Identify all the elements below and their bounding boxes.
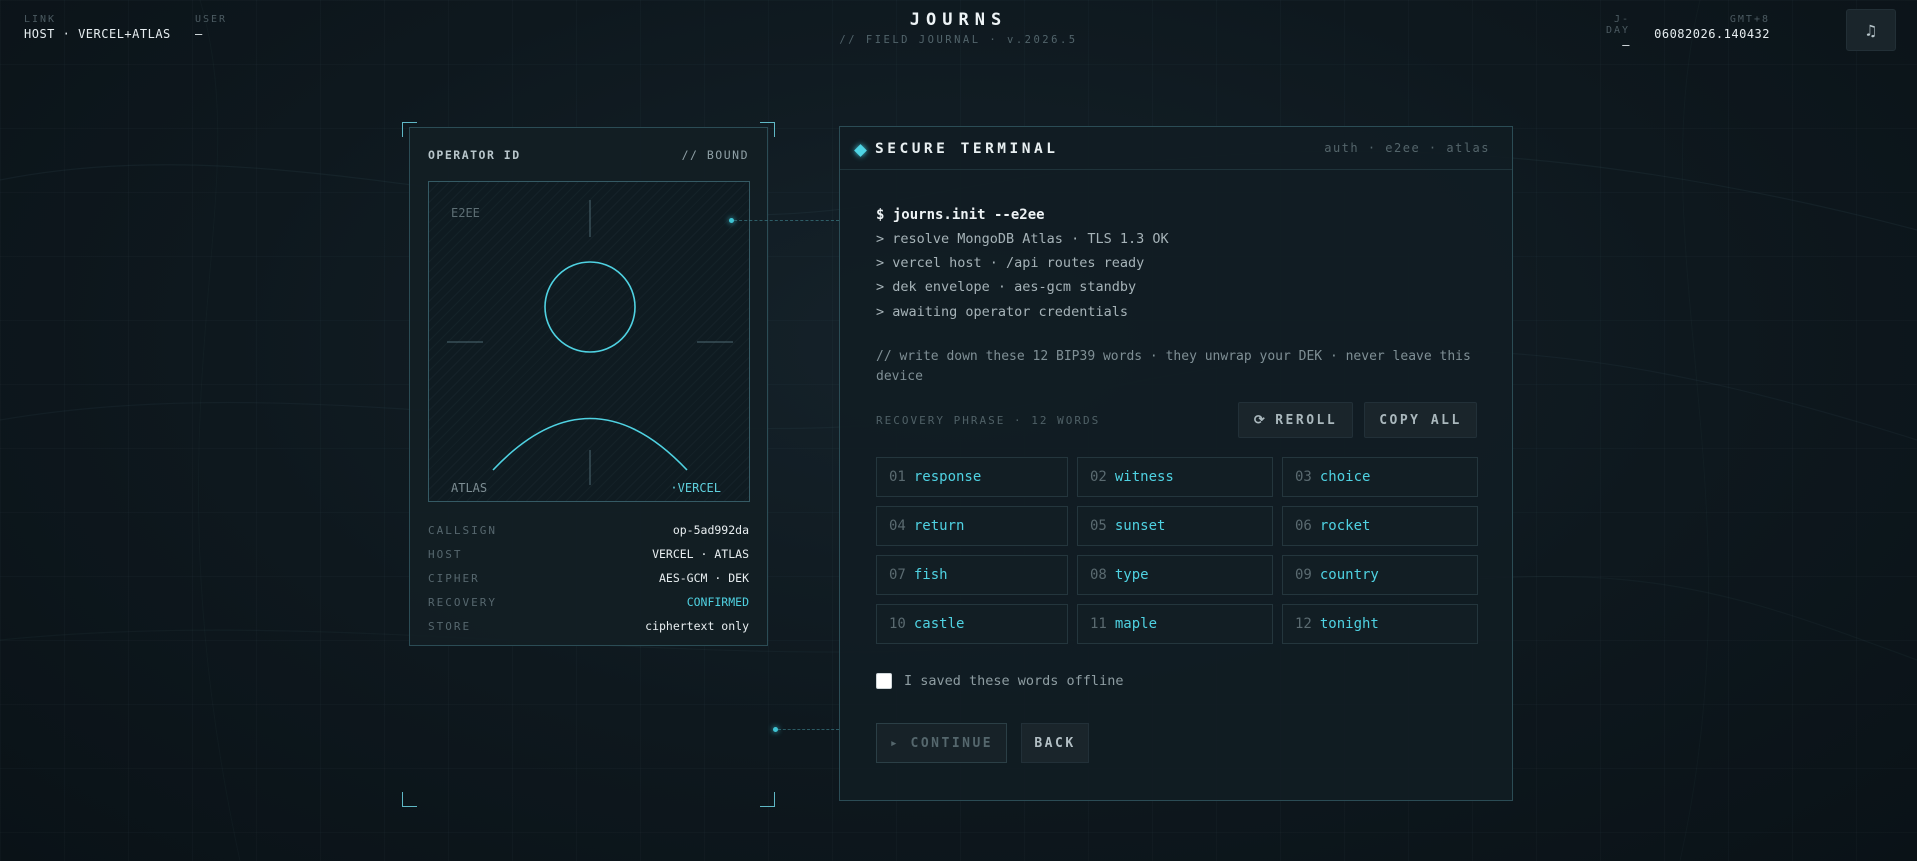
operator-card-title: OPERATOR ID [428, 148, 521, 162]
recovery-word[interactable]: 11 maple [1077, 604, 1273, 644]
word-number: 11 [1090, 616, 1107, 632]
gmt-label: GMT+8 [1729, 14, 1770, 25]
operator-row-store: STORE ciphertext only [428, 614, 749, 638]
recovery-word[interactable]: 02 witness [1077, 457, 1273, 497]
copy-all-button[interactable]: COPY ALL [1364, 402, 1477, 438]
word-text: return [913, 518, 965, 534]
recovery-word[interactable]: 06 rocket [1282, 506, 1478, 546]
word-number: 07 [889, 567, 906, 583]
operator-row-key: CIPHER [428, 571, 480, 585]
recovery-word[interactable]: 04 return [876, 506, 1068, 546]
operator-details: CALLSIGN op-5ad992da HOST VERCEL · ATLAS… [428, 518, 749, 638]
operator-row-cipher: CIPHER AES-GCM · DEK [428, 566, 749, 590]
terminal-log-line: > resolve MongoDB Atlas · TLS 1.3 OK [876, 231, 1169, 247]
word-text: maple [1114, 616, 1158, 632]
reroll-button[interactable]: ⟳ REROLL [1238, 402, 1353, 438]
operator-row-value: VERCEL · ATLAS [652, 547, 749, 561]
corner-bracket-bottom-right [760, 792, 775, 807]
back-label: BACK [1034, 735, 1076, 751]
recovery-phrase-label: RECOVERY PHRASE · 12 WORDS [876, 414, 1101, 427]
word-text: tonight [1319, 616, 1379, 632]
operator-row-key: RECOVERY [428, 595, 497, 609]
recovery-word-grid: 01 response 02 witness 03 choice 04 return 0… [876, 457, 1478, 644]
continue-label: ▸ CONTINUE [889, 735, 994, 751]
recovery-word[interactable]: 07 fish [876, 555, 1068, 595]
saved-offline-row: I saved these words offline [876, 673, 1123, 689]
word-text: country [1319, 567, 1379, 583]
recovery-word[interactable]: 03 choice [1282, 457, 1478, 497]
saved-offline-label[interactable]: I saved these words offline [904, 673, 1123, 689]
gmt-value: 06082026.140432 [1654, 27, 1770, 41]
refresh-icon: ⟳ [1253, 412, 1268, 428]
operator-avatar-icon [447, 200, 733, 485]
operator-row-value: op-5ad992da [672, 523, 749, 537]
operator-row-callsign: CALLSIGN op-5ad992da [428, 518, 749, 542]
clock-status: GMT+8 06082026.140432 [1640, 14, 1770, 41]
reroll-label: REROLL [1275, 412, 1338, 428]
terminal-command: $ journs.init --e2ee [876, 207, 1045, 223]
corner-bracket-bottom-left [402, 792, 417, 807]
connector-line-top [734, 220, 839, 221]
secure-terminal: SECURE TERMINAL auth · e2ee · atlas $ jo… [839, 126, 1513, 801]
word-text: fish [913, 567, 948, 583]
terminal-tags: auth · e2ee · atlas [1324, 141, 1490, 155]
word-text: rocket [1319, 518, 1371, 534]
word-number: 10 [889, 616, 906, 632]
recovery-word[interactable]: 01 response [876, 457, 1068, 497]
diamond-icon [854, 144, 867, 157]
operator-card: OPERATOR ID // BOUND E2EE ATLAS ·VERCEL … [409, 127, 768, 646]
copy-all-label: COPY ALL [1379, 412, 1462, 428]
jday-label: J-DAY [1605, 14, 1630, 36]
terminal-log-line: > vercel host · /api routes ready [876, 255, 1145, 271]
operator-row-key: CALLSIGN [428, 523, 497, 537]
recovery-word[interactable]: 10 castle [876, 604, 1068, 644]
continue-button[interactable]: ▸ CONTINUE [876, 723, 1007, 763]
back-button[interactable]: BACK [1021, 723, 1089, 763]
terminal-title: SECURE TERMINAL [875, 141, 1059, 157]
word-text: type [1114, 567, 1149, 583]
word-text: castle [913, 616, 965, 632]
word-number: 01 [889, 469, 906, 485]
operator-row-value: AES-GCM · DEK [658, 571, 749, 585]
operator-bound-status: // BOUND [681, 148, 749, 162]
portrait-tag-atlas: ATLAS [451, 481, 488, 495]
operator-row-host: HOST VERCEL · ATLAS [428, 542, 749, 566]
operator-portrait: E2EE ATLAS ·VERCEL [428, 181, 750, 502]
portrait-tag-e2ee: E2EE [451, 206, 480, 220]
recovery-word[interactable]: 08 type [1077, 555, 1273, 595]
music-note-icon: ♫ [1866, 20, 1876, 40]
jday-value: — [1622, 38, 1630, 52]
operator-row-key: STORE [428, 619, 472, 633]
word-number: 05 [1090, 518, 1107, 534]
recovery-word[interactable]: 05 sunset [1077, 506, 1273, 546]
jday-status: J-DAY — [1590, 14, 1630, 52]
operator-row-key: HOST [428, 547, 463, 561]
operator-card-header: OPERATOR ID // BOUND [428, 148, 749, 162]
word-text: sunset [1114, 518, 1166, 534]
saved-offline-checkbox[interactable] [876, 673, 892, 689]
word-text: witness [1114, 469, 1174, 485]
recovery-word[interactable]: 09 country [1282, 555, 1478, 595]
recovery-note: // write down these 12 BIP39 words · the… [876, 349, 1471, 384]
operator-row-recovery: RECOVERY CONFIRMED [428, 590, 749, 614]
top-bar: LINK HOST · VERCEL+ATLAS USER — JOURNS /… [0, 0, 1917, 60]
recovery-status-badge: CONFIRMED [686, 595, 749, 609]
music-toggle-button[interactable]: ♫ [1846, 9, 1896, 51]
terminal-log-line: > dek envelope · aes-gcm standby [876, 279, 1137, 295]
portrait-tag-vercel: ·VERCEL [670, 481, 721, 495]
word-number: 02 [1090, 469, 1107, 485]
word-number: 09 [1295, 567, 1312, 583]
word-number: 08 [1090, 567, 1107, 583]
word-number: 06 [1295, 518, 1312, 534]
word-number: 12 [1295, 616, 1312, 632]
word-text: response [913, 469, 982, 485]
terminal-log-line: > awaiting operator credentials [876, 304, 1128, 320]
word-text: choice [1319, 469, 1371, 485]
operator-row-value: ciphertext only [645, 619, 749, 633]
terminal-header: SECURE TERMINAL auth · e2ee · atlas [840, 127, 1512, 170]
recovery-word[interactable]: 12 tonight [1282, 604, 1478, 644]
connector-line-bottom [778, 729, 839, 730]
word-number: 03 [1295, 469, 1312, 485]
word-number: 04 [889, 518, 906, 534]
